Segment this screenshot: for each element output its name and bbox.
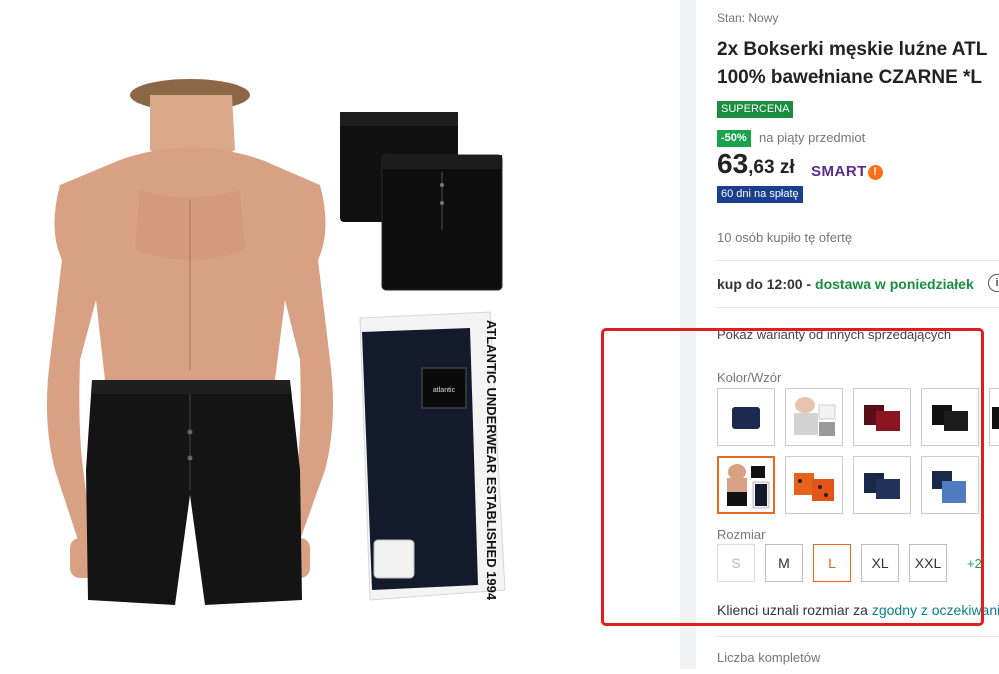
delivery-info: kup do 12:00 - dostawa w poniedziałek xyxy=(717,276,974,292)
color-swatch-navy[interactable] xyxy=(717,388,775,446)
divider xyxy=(717,260,999,261)
delivery-prefix: kup do 12:00 - xyxy=(717,276,816,292)
smart-label: SMART xyxy=(811,163,867,180)
product-title-line2: 100% bawełniane CZARNE *L xyxy=(717,67,983,88)
more-sizes-link[interactable]: +2 xyxy=(967,556,982,571)
product-title: 2x Bokserki męskie luźne ATL 100% bawełn… xyxy=(717,36,987,92)
color-swatch-maroon[interactable] xyxy=(853,388,911,446)
size-fit-link[interactable]: zgodny z oczekiwaniami xyxy=(872,602,999,618)
swatch-model-image xyxy=(727,464,770,509)
quantity-label: Liczba kompletów xyxy=(717,650,821,665)
color-swatch-black-edge[interactable] xyxy=(989,388,999,446)
model-figure xyxy=(46,79,334,605)
smart-badge[interactable]: SMART! xyxy=(811,163,883,180)
price: 63,63 zł xyxy=(717,148,795,180)
divider xyxy=(717,636,999,637)
supercena-badge: SUPERCENA xyxy=(717,101,794,118)
size-option-xxl[interactable]: XXL xyxy=(909,544,947,582)
discount-badge: -50% xyxy=(717,130,751,147)
size-option-m[interactable]: M xyxy=(765,544,803,582)
column-divider xyxy=(680,0,696,669)
color-swatch-navy-blue-mix[interactable] xyxy=(921,456,979,514)
product-gallery: atlantic ATLANTIC UNDERWEAR ESTABLISHED … xyxy=(0,0,680,669)
product-details-panel: Stan: Nowy 2x Bokserki męskie luźne ATL … xyxy=(696,0,999,669)
other-sellers-variants-link[interactable]: Pokaż warianty od innych sprzedających xyxy=(717,327,951,342)
color-swatch-navy-pair[interactable] xyxy=(853,456,911,514)
package-logo-text: atlantic xyxy=(433,387,456,394)
swatch-navy-image xyxy=(732,407,760,429)
discount-text: na piąty przedmiot xyxy=(759,130,866,145)
boxers-pair-image xyxy=(340,112,503,291)
size-fit-info: Klienci uznali rozmiar za zgodny z oczek… xyxy=(717,602,999,618)
color-label: Kolor/Wzór xyxy=(717,370,782,385)
swatch-black-edge-image xyxy=(992,407,999,429)
swatch-orange-image xyxy=(794,473,834,501)
price-main: 63 xyxy=(717,148,749,179)
package-brand-text: ATLANTIC UNDERWEAR ESTABLISHED 1994 xyxy=(484,320,499,601)
color-swatch-white-grey[interactable] xyxy=(785,388,843,446)
price-rest: ,63 zł xyxy=(748,157,795,178)
info-icon[interactable]: i xyxy=(988,274,999,292)
size-option-s[interactable]: S xyxy=(717,544,755,582)
swatch-maroon-image xyxy=(864,405,900,431)
smart-icon: ! xyxy=(867,165,883,180)
size-option-l[interactable]: L xyxy=(813,544,851,582)
swatch-black-pair-image xyxy=(932,405,968,431)
swatch-navy-pair-image xyxy=(864,473,900,499)
size-fit-text: Klienci uznali rozmiar za xyxy=(717,602,872,618)
size-label: Rozmiar xyxy=(717,527,766,542)
size-option-xl[interactable]: XL xyxy=(861,544,899,582)
condition-label: Stan: Nowy xyxy=(717,11,779,25)
product-title-line1: 2x Bokserki męskie luźne ATL xyxy=(717,39,988,60)
bought-count: 10 osób kupiło tę ofertę xyxy=(717,230,853,245)
delivery-day: dostawa w poniedziałek xyxy=(815,276,974,292)
color-swatch-selected-model[interactable] xyxy=(717,456,775,514)
swatch-navy-blue-image xyxy=(932,471,966,503)
package-box-image: atlantic ATLANTIC UNDERWEAR ESTABLISHED … xyxy=(359,311,506,601)
color-swatch-orange-pattern[interactable] xyxy=(785,456,843,514)
installments-badge[interactable]: 60 dni na spłatę xyxy=(717,186,803,203)
swatch-white-grey-image xyxy=(794,397,836,436)
main-product-image[interactable]: atlantic ATLANTIC UNDERWEAR ESTABLISHED … xyxy=(0,0,680,669)
divider xyxy=(717,307,999,308)
color-swatch-black-pair[interactable] xyxy=(921,388,979,446)
